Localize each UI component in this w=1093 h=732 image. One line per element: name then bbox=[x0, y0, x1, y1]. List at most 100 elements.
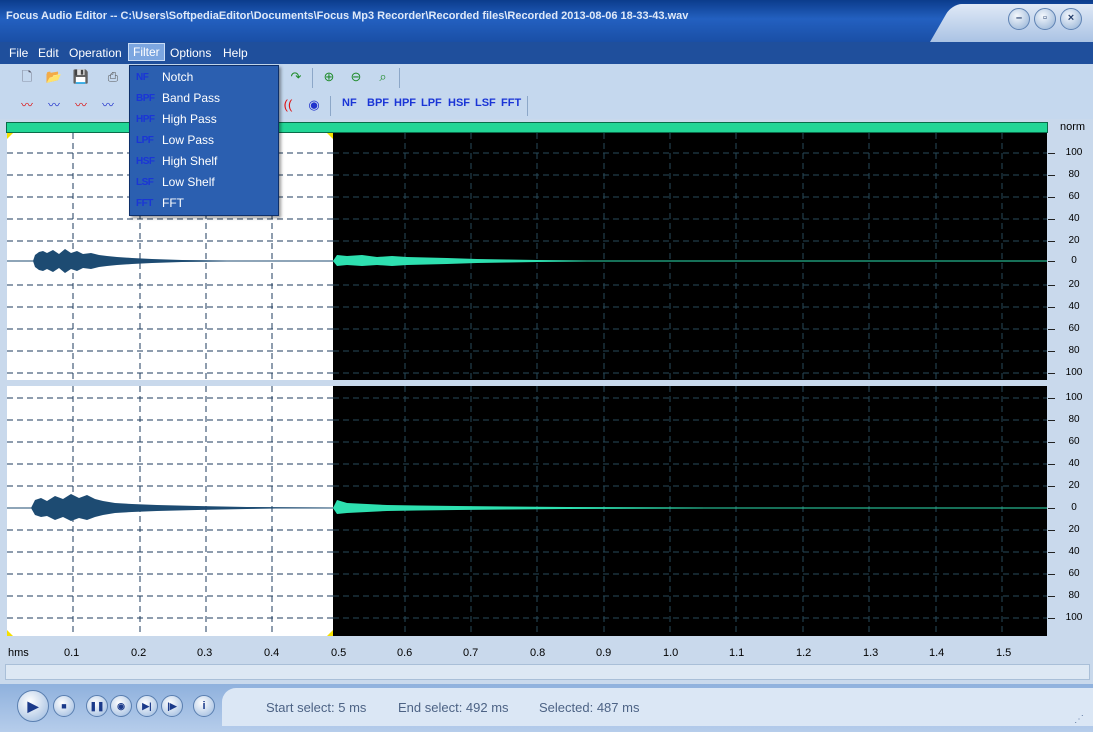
restore-button[interactable]: ▫ bbox=[1034, 8, 1056, 30]
play-selection-button[interactable]: ▶| bbox=[136, 695, 158, 717]
close-button[interactable]: × bbox=[1060, 8, 1082, 30]
time-tick: 0.9 bbox=[596, 647, 612, 659]
open-folder-icon[interactable]: 📂 bbox=[45, 68, 63, 86]
time-tick: 0.4 bbox=[264, 647, 280, 659]
time-tick: 0.2 bbox=[131, 647, 147, 659]
pause-icon: ❚❚ bbox=[89, 701, 105, 711]
time-tick: 1.0 bbox=[663, 647, 679, 659]
new-file-icon[interactable]: 🗋 bbox=[18, 68, 36, 86]
menu-help[interactable]: Help bbox=[219, 45, 252, 61]
time-tick: 0.5 bbox=[331, 647, 347, 659]
filter-menu-item-notch[interactable]: NF Notch bbox=[131, 67, 277, 87]
filter-menu-label: Notch bbox=[162, 70, 194, 84]
stop-icon: ■ bbox=[61, 701, 67, 711]
scale-unit-label: norm bbox=[1060, 121, 1086, 133]
filter-menu-label: FFT bbox=[162, 196, 184, 210]
time-tick: 1.5 bbox=[996, 647, 1012, 659]
time-tick: 0.6 bbox=[397, 647, 413, 659]
loop-button[interactable]: ◉ bbox=[110, 695, 132, 717]
end-select-status: End select: 492 ms bbox=[398, 700, 509, 715]
filter-menu-item-low-pass[interactable]: LPF Low Pass bbox=[131, 130, 277, 150]
scale-tick: 80 bbox=[1068, 345, 1080, 356]
filter-dropdown-menu: NF Notch BPF Band Pass HPF High Pass LPF… bbox=[129, 65, 279, 216]
play-to-end-button[interactable]: |▶ bbox=[161, 695, 183, 717]
filter-menu-item-high-pass[interactable]: HPF High Pass bbox=[131, 109, 277, 129]
fade-in-icon[interactable]: 〰 bbox=[18, 96, 36, 114]
hsf-filter-button[interactable]: HSF bbox=[448, 97, 470, 109]
info-icon: i bbox=[202, 700, 206, 712]
low-pass-filter-icon: LPF bbox=[136, 135, 154, 146]
window-title: Focus Audio Editor -- C:\Users\Softpedia… bbox=[6, 10, 689, 22]
time-tick: 0.1 bbox=[64, 647, 80, 659]
scale-tick: 40 bbox=[1068, 301, 1080, 312]
scale-tick: 100 bbox=[1065, 612, 1083, 623]
restore-icon: ▫ bbox=[1043, 12, 1047, 24]
scale-tick: 100 bbox=[1065, 147, 1083, 158]
pause-button[interactable]: ❚❚ bbox=[86, 695, 108, 717]
save-icon[interactable]: 💾 bbox=[72, 68, 90, 86]
lsf-filter-button[interactable]: LSF bbox=[475, 97, 496, 109]
menu-file[interactable]: File bbox=[5, 45, 32, 61]
info-button[interactable]: i bbox=[193, 695, 215, 717]
scale-tick: 100 bbox=[1065, 392, 1083, 403]
filter-menu-label: High Shelf bbox=[162, 154, 218, 168]
time-tick: 1.4 bbox=[929, 647, 945, 659]
high-shelf-filter-icon: HSF bbox=[136, 156, 155, 167]
echo-icon[interactable]: (( bbox=[279, 96, 297, 114]
zoom-fit-icon[interactable]: ⌕ bbox=[374, 68, 392, 86]
start-select-status: Start select: 5 ms bbox=[266, 700, 367, 715]
lpf-filter-button[interactable]: LPF bbox=[421, 97, 442, 109]
fft-filter-button[interactable]: FFT bbox=[501, 97, 521, 109]
amplify-icon[interactable]: 〰 bbox=[99, 96, 117, 114]
reverb-icon[interactable]: ◉ bbox=[305, 96, 323, 114]
zoom-in-icon[interactable]: ⊕ bbox=[320, 68, 338, 86]
scale-tick: 100 bbox=[1065, 367, 1083, 378]
zoom-out-icon[interactable]: ⊖ bbox=[347, 68, 365, 86]
filter-menu-item-fft[interactable]: FFT FFT bbox=[131, 193, 277, 213]
scale-tick: 60 bbox=[1068, 436, 1080, 447]
minimize-button[interactable]: – bbox=[1008, 8, 1030, 30]
channel-2-waveform[interactable] bbox=[7, 386, 1047, 636]
fft-filter-icon: FFT bbox=[136, 198, 153, 209]
stop-button[interactable]: ■ bbox=[53, 695, 75, 717]
print-icon[interactable]: ⎙ bbox=[104, 68, 122, 86]
menu-edit[interactable]: Edit bbox=[34, 45, 63, 61]
fade-out-icon[interactable]: 〰 bbox=[72, 96, 90, 114]
scale-tick: 0 bbox=[1071, 502, 1077, 513]
filter-menu-item-high-shelf[interactable]: HSF High Shelf bbox=[131, 151, 277, 171]
time-tick: 1.2 bbox=[796, 647, 812, 659]
menu-options[interactable]: Options bbox=[166, 45, 215, 61]
nf-filter-button[interactable]: NF bbox=[342, 97, 357, 109]
horizontal-scrollbar[interactable] bbox=[5, 664, 1090, 680]
play-to-end-icon: |▶ bbox=[167, 701, 177, 711]
play-button[interactable]: ▶ bbox=[17, 690, 49, 722]
time-unit-label: hms bbox=[8, 647, 29, 659]
resize-grip-icon[interactable]: ⋰ bbox=[1074, 714, 1084, 725]
scale-tick: 60 bbox=[1068, 191, 1080, 202]
minimize-icon: – bbox=[1015, 12, 1023, 24]
redo-icon[interactable]: ↷ bbox=[287, 68, 305, 86]
time-tick: 1.1 bbox=[729, 647, 745, 659]
normalize-icon[interactable]: 〰 bbox=[45, 96, 63, 114]
menu-operation[interactable]: Operation bbox=[65, 45, 126, 61]
unselected-region bbox=[333, 133, 1047, 380]
scale-tick: 60 bbox=[1068, 568, 1080, 579]
hpf-filter-button[interactable]: HPF bbox=[394, 97, 416, 109]
scale-tick: 20 bbox=[1068, 524, 1080, 535]
close-icon: × bbox=[1067, 12, 1075, 24]
filter-menu-label: Band Pass bbox=[162, 91, 221, 105]
filter-menu-label: High Pass bbox=[162, 112, 217, 126]
scale-tick: 20 bbox=[1068, 480, 1080, 491]
play-selection-icon: ▶| bbox=[142, 701, 152, 711]
scale-tick: 40 bbox=[1068, 213, 1080, 224]
bpf-filter-button[interactable]: BPF bbox=[367, 97, 389, 109]
scale-tick: 80 bbox=[1068, 590, 1080, 601]
time-tick: 0.8 bbox=[530, 647, 546, 659]
title-bar: Focus Audio Editor -- C:\Users\Softpedia… bbox=[0, 0, 1093, 42]
menu-filter[interactable]: Filter bbox=[128, 43, 165, 61]
play-icon: ▶ bbox=[27, 698, 39, 714]
filter-menu-item-band-pass[interactable]: BPF Band Pass bbox=[131, 88, 277, 108]
scale-tick: 20 bbox=[1068, 279, 1080, 290]
filter-menu-item-low-shelf[interactable]: LSF Low Shelf bbox=[131, 172, 277, 192]
scale-tick: 20 bbox=[1068, 235, 1080, 246]
